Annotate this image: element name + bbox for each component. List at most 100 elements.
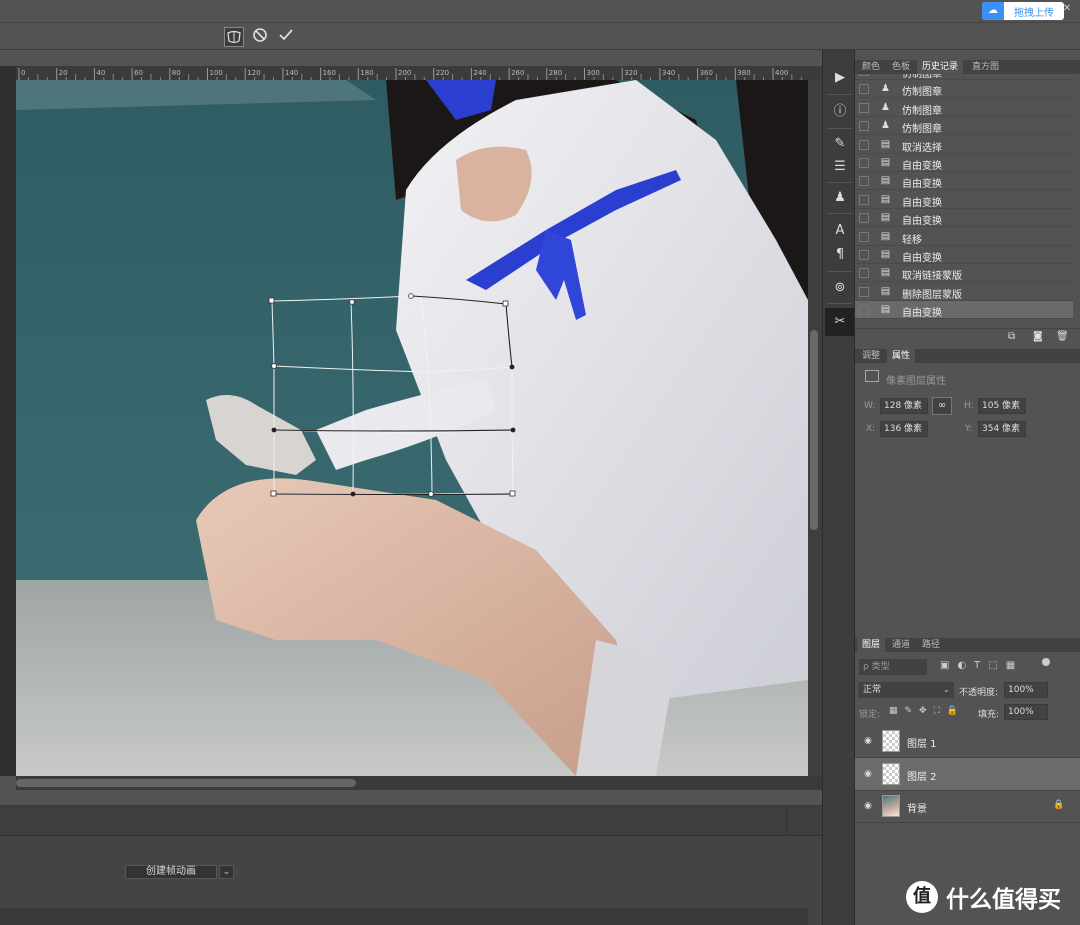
history-item[interactable]: ♟ 仿制图章 bbox=[855, 74, 1073, 80]
watermark: 值 什么值得买 bbox=[906, 876, 1080, 918]
play-icon[interactable]: ▶ bbox=[829, 68, 851, 88]
filter-toggle-icon[interactable] bbox=[1042, 658, 1050, 666]
lock-options-icons[interactable]: ▦✎✥⛶🔒 bbox=[889, 706, 979, 718]
history-snapshot-checkbox[interactable] bbox=[859, 250, 869, 260]
history-snapshot-checkbox[interactable] bbox=[859, 213, 869, 224]
ruler-label: 120 bbox=[247, 69, 260, 77]
history-item[interactable]: ♟ 仿制图章 bbox=[855, 117, 1073, 136]
history-item-label: 自由变换 bbox=[902, 253, 942, 264]
vertical-scroll-thumb[interactable] bbox=[810, 330, 818, 530]
3d-icon[interactable]: ⊚ bbox=[829, 278, 851, 298]
history-snapshot-checkbox[interactable] bbox=[859, 268, 869, 279]
history-list[interactable]: ♟ 仿制图章 ♟ 仿制图章 ♟ 仿制图章 ♟ 仿制图章 ▤ 取消选择 ▤ 自由变换 ▤ 自由变换 ▤ 自由变换… bbox=[855, 74, 1073, 328]
upload-widget[interactable]: ☁ 拖拽上传 bbox=[982, 2, 1064, 20]
x-field[interactable]: 136 像素 bbox=[880, 421, 928, 437]
ruler-label: 160 bbox=[323, 69, 336, 77]
history-item[interactable]: ♟ 仿制图章 bbox=[855, 99, 1073, 117]
ruler-top: 0 20 40 60 80 100 120 140 160 180 200 220 240 260 280 3… bbox=[16, 66, 824, 80]
history-snapshot-checkbox[interactable] bbox=[859, 176, 869, 187]
document-icon: ▤ bbox=[880, 138, 891, 150]
info-icon[interactable]: ⓘ bbox=[829, 102, 851, 122]
history-item[interactable]: ▤ 自由变换 bbox=[855, 172, 1073, 191]
warp-mode-icon[interactable] bbox=[224, 27, 244, 47]
brush-icon[interactable]: ✎ bbox=[829, 134, 851, 154]
history-snapshot-checkbox[interactable] bbox=[859, 231, 869, 242]
tab-history[interactable]: 历史记录 bbox=[917, 60, 964, 74]
paragraph-icon[interactable]: ¶ bbox=[829, 245, 851, 265]
layer-name: 图层 1 bbox=[907, 739, 937, 750]
tab-channels[interactable]: 通道 bbox=[887, 638, 915, 652]
layer-name: 背景 bbox=[907, 804, 927, 815]
tab-paths[interactable]: 路径 bbox=[917, 638, 945, 652]
fill-field[interactable]: 100% bbox=[1004, 704, 1048, 720]
history-snapshot-checkbox[interactable] bbox=[859, 74, 869, 76]
opacity-field[interactable]: 100% bbox=[1004, 682, 1048, 698]
create-frame-animation-button[interactable]: 创建帧动画 bbox=[125, 865, 217, 879]
tab-histogram[interactable]: 直方图 bbox=[967, 60, 1004, 74]
tab-color[interactable]: 颜色 bbox=[857, 60, 885, 74]
blend-mode-select[interactable]: 正常 bbox=[858, 682, 954, 698]
history-item[interactable]: ▤ 自由变换 bbox=[855, 209, 1073, 228]
commit-transform-icon[interactable] bbox=[276, 27, 296, 47]
layer-row[interactable]: ◉ 图层 1 bbox=[855, 725, 1080, 758]
adjust-sliders-icon[interactable]: ☰ bbox=[829, 157, 851, 177]
history-item[interactable]: ▤ 自由变换 bbox=[855, 301, 1073, 320]
history-snapshot-checkbox[interactable] bbox=[859, 102, 869, 113]
history-snapshot-checkbox[interactable] bbox=[859, 121, 869, 132]
timeline-track[interactable] bbox=[0, 806, 822, 836]
tool-presets-icon[interactable]: ✂ bbox=[829, 312, 851, 332]
history-snapshot-checkbox[interactable] bbox=[859, 84, 869, 95]
horizontal-scrollbar[interactable] bbox=[16, 776, 822, 790]
eye-icon[interactable]: ◉ bbox=[862, 801, 874, 811]
tab-layers[interactable]: 图层 bbox=[857, 638, 886, 652]
watermark-text: 什么值得买 bbox=[946, 887, 1061, 913]
camera-icon[interactable]: ◙ bbox=[1033, 331, 1047, 343]
cancel-transform-icon[interactable] bbox=[250, 27, 270, 47]
history-snapshot-checkbox[interactable] bbox=[859, 286, 869, 297]
strip-divider bbox=[827, 303, 852, 304]
character-icon[interactable]: A bbox=[829, 221, 851, 241]
horizontal-scroll-thumb[interactable] bbox=[16, 779, 356, 787]
history-item-label: 轻移 bbox=[902, 234, 922, 246]
layer-filter-select[interactable]: ρ 类型 bbox=[859, 659, 927, 675]
tab-adjustments[interactable]: 调整 bbox=[857, 349, 885, 363]
history-snapshot-checkbox[interactable] bbox=[859, 139, 869, 150]
document-icon: ▤ bbox=[880, 175, 891, 187]
eye-icon[interactable]: ◉ bbox=[862, 736, 874, 746]
height-field[interactable]: 105 像素 bbox=[978, 398, 1026, 414]
chevron-down-icon[interactable]: ⌄ bbox=[219, 865, 234, 879]
clone-source-icon[interactable]: ♟ bbox=[829, 188, 851, 208]
history-item-label: 仿制图章 bbox=[902, 87, 942, 99]
history-item[interactable]: ▤ 取消选择 bbox=[855, 136, 1073, 154]
history-item[interactable]: ▤ 删除图层蒙版 bbox=[855, 283, 1073, 301]
layer-row[interactable]: ◉ 背景 🔒 bbox=[855, 790, 1080, 823]
history-item[interactable]: ▤ 取消链接蒙版 bbox=[855, 264, 1073, 283]
history-snapshot-checkbox[interactable] bbox=[859, 194, 869, 205]
document-icon: ▤ bbox=[880, 304, 891, 316]
layer-name: 图层 2 bbox=[907, 771, 937, 783]
vertical-scrollbar[interactable] bbox=[808, 80, 822, 776]
history-snapshot-checkbox[interactable] bbox=[859, 158, 869, 168]
document-canvas[interactable] bbox=[16, 80, 808, 776]
history-snapshot-checkbox[interactable] bbox=[859, 305, 869, 316]
tab-swatches[interactable]: 色板 bbox=[887, 60, 915, 74]
history-tabbar: 颜色 色板 历史记录 直方图 bbox=[855, 60, 1080, 74]
layers-list[interactable]: ◉ 图层 1 ◉ 图层 2 ◉ 背景 🔒 bbox=[855, 725, 1080, 825]
layer-filter-icons[interactable]: ▣◐T⬚▦ bbox=[940, 660, 1040, 674]
ruler-label: 140 bbox=[285, 69, 298, 77]
history-item[interactable]: ▤ 自由变换 bbox=[855, 246, 1073, 264]
ruler-label: 300 bbox=[587, 69, 600, 77]
history-item[interactable]: ▤ 自由变换 bbox=[855, 154, 1073, 172]
trash-icon[interactable]: 🗑 bbox=[1056, 331, 1070, 343]
clone-stamp-icon: ♟ bbox=[880, 74, 891, 77]
layer-row[interactable]: ◉ 图层 2 bbox=[855, 757, 1080, 791]
history-item[interactable]: ▤ 自由变换 bbox=[855, 191, 1073, 209]
y-field[interactable]: 354 像素 bbox=[978, 421, 1026, 437]
link-icon[interactable]: ∞ bbox=[932, 397, 952, 415]
new-document-from-state-icon[interactable]: ⧉ bbox=[1008, 331, 1022, 343]
tab-properties[interactable]: 属性 bbox=[887, 349, 916, 363]
history-item[interactable]: ♟ 仿制图章 bbox=[855, 80, 1073, 99]
eye-icon[interactable]: ◉ bbox=[862, 769, 874, 779]
width-field[interactable]: 128 像素 bbox=[880, 398, 928, 414]
history-item[interactable]: ▤ 轻移 bbox=[855, 228, 1073, 246]
